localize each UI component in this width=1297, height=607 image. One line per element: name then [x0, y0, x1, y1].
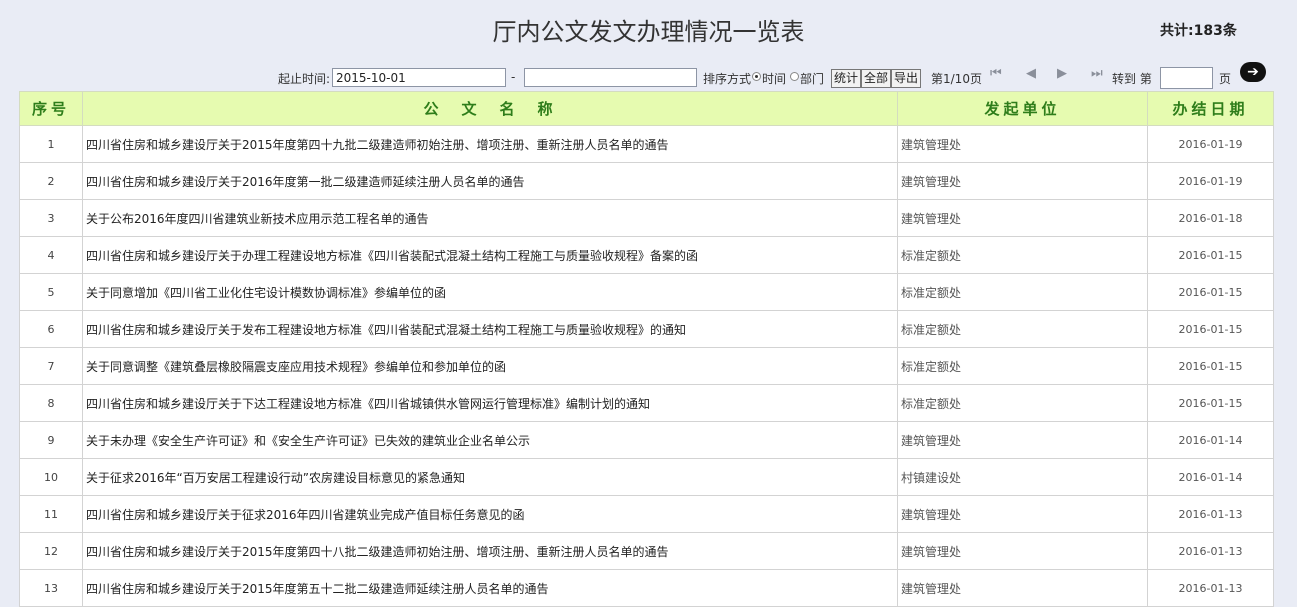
row-completion-date: 2016-01-15 — [1147, 347, 1274, 385]
row-completion-date: 2016-01-15 — [1147, 236, 1274, 274]
table-row[interactable]: 10 关于征求2016年“百万安居工程建设行动”农房建设目标意见的紧急通知 村镇建设… — [19, 458, 1274, 496]
row-document-name[interactable]: 四川省住房和城乡建设厅关于办理工程建设地方标准《四川省装配式混凝土结构工程施工与… — [82, 236, 898, 274]
table-row[interactable]: 5 关于同意增加《四川省工业化住宅设计模数协调标准》参编单位的函 标准定额处 2016… — [19, 273, 1274, 311]
filter-toolbar: 起止时间: - 排序方式 时间 部门 统计 全部 导出 第1/10页 ⏮ ◀ ▶… — [0, 62, 1297, 90]
row-document-name[interactable]: 关于同意增加《四川省工业化住宅设计模数协调标准》参编单位的函 — [82, 273, 898, 311]
row-department: 建筑管理处 — [897, 421, 1148, 459]
row-number: 5 — [19, 273, 83, 311]
row-department: 建筑管理处 — [897, 495, 1148, 533]
start-date-input[interactable] — [332, 68, 506, 87]
table-row[interactable]: 11 四川省住房和城乡建设厅关于征求2016年四川省建筑业完成产值目标任务意见的函… — [19, 495, 1274, 533]
row-number: 10 — [19, 458, 83, 496]
document-table: 序号 公 文 名 称 发起单位 办结日期 1 四川省住房和城乡建设厅关于2015年… — [19, 91, 1274, 607]
table-row[interactable]: 12 四川省住房和城乡建设厅关于2015年度第四十八批二级建造师初始注册、增项注册… — [19, 532, 1274, 570]
row-completion-date: 2016-01-18 — [1147, 199, 1274, 237]
first-page-icon[interactable]: ⏮ — [990, 66, 1002, 81]
row-document-name[interactable]: 四川省住房和城乡建设厅关于征求2016年四川省建筑业完成产值目标任务意见的函 — [82, 495, 898, 533]
row-department: 建筑管理处 — [897, 199, 1148, 237]
header-dept: 发起单位 — [897, 91, 1148, 126]
table-row[interactable]: 6 四川省住房和城乡建设厅关于发布工程建设地方标准《四川省装配式混凝土结构工程施工… — [19, 310, 1274, 348]
row-number: 2 — [19, 162, 83, 200]
row-completion-date: 2016-01-13 — [1147, 532, 1274, 570]
end-date-input[interactable] — [524, 68, 697, 87]
row-number: 4 — [19, 236, 83, 274]
header-num: 序号 — [19, 91, 83, 126]
row-number: 7 — [19, 347, 83, 385]
table-row[interactable]: 8 四川省住房和城乡建设厅关于下达工程建设地方标准《四川省城镇供水管网运行管理标准… — [19, 384, 1274, 422]
row-document-name[interactable]: 关于公布2016年度四川省建筑业新技术应用示范工程名单的通告 — [82, 199, 898, 237]
total-count: 共计:183条 — [1160, 23, 1237, 39]
table-row[interactable]: 4 四川省住房和城乡建设厅关于办理工程建设地方标准《四川省装配式混凝土结构工程施工… — [19, 236, 1274, 274]
sort-label: 排序方式 — [703, 72, 752, 86]
stats-button[interactable]: 统计 — [831, 69, 862, 88]
table-row[interactable]: 3 关于公布2016年度四川省建筑业新技术应用示范工程名单的通告 建筑管理处 2016… — [19, 199, 1274, 237]
next-page-icon[interactable]: ▶ — [1057, 66, 1067, 81]
row-document-name[interactable]: 关于同意调整《建筑叠层橡胶隔震支座应用技术规程》参编单位和参加单位的函 — [82, 347, 898, 385]
row-number: 1 — [19, 125, 83, 163]
row-document-name[interactable]: 四川省住房和城乡建设厅关于2015年度第四十八批二级建造师初始注册、增项注册、重… — [82, 532, 898, 570]
sort-dept-label: 部门 — [800, 72, 825, 86]
row-number: 3 — [19, 199, 83, 237]
header-date: 办结日期 — [1147, 91, 1274, 126]
page-info: 第1/10页 — [931, 72, 982, 86]
prev-page-icon[interactable]: ◀ — [1026, 66, 1036, 81]
row-department: 标准定额处 — [897, 384, 1148, 422]
row-number: 12 — [19, 532, 83, 570]
table-header-row: 序号 公 文 名 称 发起单位 办结日期 — [19, 91, 1274, 126]
table-row[interactable]: 1 四川省住房和城乡建设厅关于2015年度第四十九批二级建造师初始注册、增项注册、… — [19, 125, 1274, 163]
row-department: 标准定额处 — [897, 310, 1148, 348]
row-document-name[interactable]: 四川省住房和城乡建设厅关于下达工程建设地方标准《四川省城镇供水管网运行管理标准》… — [82, 384, 898, 422]
last-page-icon[interactable]: ⏭ — [1091, 66, 1103, 81]
page-unit-label: 页 — [1219, 72, 1232, 86]
row-completion-date: 2016-01-15 — [1147, 273, 1274, 311]
page-title: 厅内公文发文办理情况一览表 — [492, 18, 805, 46]
export-button[interactable]: 导出 — [891, 69, 922, 88]
sort-dept-radio[interactable] — [790, 72, 799, 81]
row-completion-date: 2016-01-19 — [1147, 125, 1274, 163]
row-number: 9 — [19, 421, 83, 459]
all-button[interactable]: 全部 — [861, 69, 892, 88]
row-document-name[interactable]: 四川省住房和城乡建设厅关于2015年度第四十九批二级建造师初始注册、增项注册、重… — [82, 125, 898, 163]
row-completion-date: 2016-01-14 — [1147, 458, 1274, 496]
header-name: 公 文 名 称 — [82, 91, 898, 126]
row-document-name[interactable]: 关于征求2016年“百万安居工程建设行动”农房建设目标意见的紧急通知 — [82, 458, 898, 496]
go-arrow-icon[interactable]: ➔ — [1240, 62, 1266, 82]
row-completion-date: 2016-01-15 — [1147, 384, 1274, 422]
row-number: 8 — [19, 384, 83, 422]
goto-page-input[interactable] — [1160, 67, 1213, 89]
row-department: 村镇建设处 — [897, 458, 1148, 496]
row-document-name[interactable]: 关于未办理《安全生产许可证》和《安全生产许可证》已失效的建筑业企业名单公示 — [82, 421, 898, 459]
row-completion-date: 2016-01-13 — [1147, 495, 1274, 533]
sort-time-radio[interactable] — [752, 72, 761, 81]
date-range-dash: - — [511, 70, 516, 84]
row-department: 建筑管理处 — [897, 162, 1148, 200]
row-document-name[interactable]: 四川省住房和城乡建设厅关于发布工程建设地方标准《四川省装配式混凝土结构工程施工与… — [82, 310, 898, 348]
table-row[interactable]: 7 关于同意调整《建筑叠层橡胶隔震支座应用技术规程》参编单位和参加单位的函 标准定额… — [19, 347, 1274, 385]
row-department: 标准定额处 — [897, 347, 1148, 385]
row-document-name[interactable]: 四川省住房和城乡建设厅关于2016年度第一批二级建造师延续注册人员名单的通告 — [82, 162, 898, 200]
goto-label: 转到 第 — [1112, 72, 1152, 86]
row-completion-date: 2016-01-15 — [1147, 310, 1274, 348]
row-completion-date: 2016-01-14 — [1147, 421, 1274, 459]
sort-time-label: 时间 — [762, 72, 787, 86]
date-range-label: 起止时间: — [278, 72, 331, 86]
row-department: 建筑管理处 — [897, 532, 1148, 570]
table-row[interactable]: 2 四川省住房和城乡建设厅关于2016年度第一批二级建造师延续注册人员名单的通告建… — [19, 162, 1274, 200]
row-department: 标准定额处 — [897, 273, 1148, 311]
row-number: 6 — [19, 310, 83, 348]
row-completion-date: 2016-01-19 — [1147, 162, 1274, 200]
row-department: 建筑管理处 — [897, 125, 1148, 163]
table-row[interactable]: 9 关于未办理《安全生产许可证》和《安全生产许可证》已失效的建筑业企业名单公示 建筑… — [19, 421, 1274, 459]
table-body: 1 四川省住房和城乡建设厅关于2015年度第四十九批二级建造师初始注册、增项注册、… — [19, 125, 1274, 607]
row-department: 标准定额处 — [897, 236, 1148, 274]
row-number: 11 — [19, 495, 83, 533]
